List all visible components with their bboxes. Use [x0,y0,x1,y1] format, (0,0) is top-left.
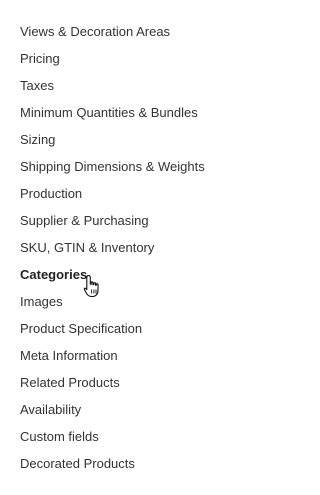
nav-item-product-specification[interactable]: Product Specification [20,320,220,347]
nav-item-images[interactable]: Images [20,293,220,320]
nav-item-production[interactable]: Production [20,185,220,212]
nav-item-sizing[interactable]: Sizing [20,131,220,158]
nav-item-categories[interactable]: Categories [20,266,220,293]
nav-item-pricing[interactable]: Pricing [20,50,220,77]
nav-item-availability[interactable]: Availability [20,401,220,428]
nav-item-sku-gtin-inventory[interactable]: SKU, GTIN & Inventory [20,239,220,266]
nav-item-meta-information[interactable]: Meta Information [20,347,220,374]
nav-item-custom-fields[interactable]: Custom fields [20,428,220,455]
nav-item-taxes[interactable]: Taxes [20,77,220,104]
nav-item-supplier-purchasing[interactable]: Supplier & Purchasing [20,212,220,239]
nav-item-minimum-quantities-bundles[interactable]: Minimum Quantities & Bundles [20,104,220,131]
nav-item-shipping-dimensions-weights[interactable]: Shipping Dimensions & Weights [20,158,220,185]
nav-item-related-products[interactable]: Related Products [20,374,220,401]
nav-item-decorated-products[interactable]: Decorated Products [20,455,220,482]
settings-nav-list: Views & Decoration Areas Pricing Taxes M… [20,23,220,482]
nav-item-views-decoration-areas[interactable]: Views & Decoration Areas [20,23,220,50]
